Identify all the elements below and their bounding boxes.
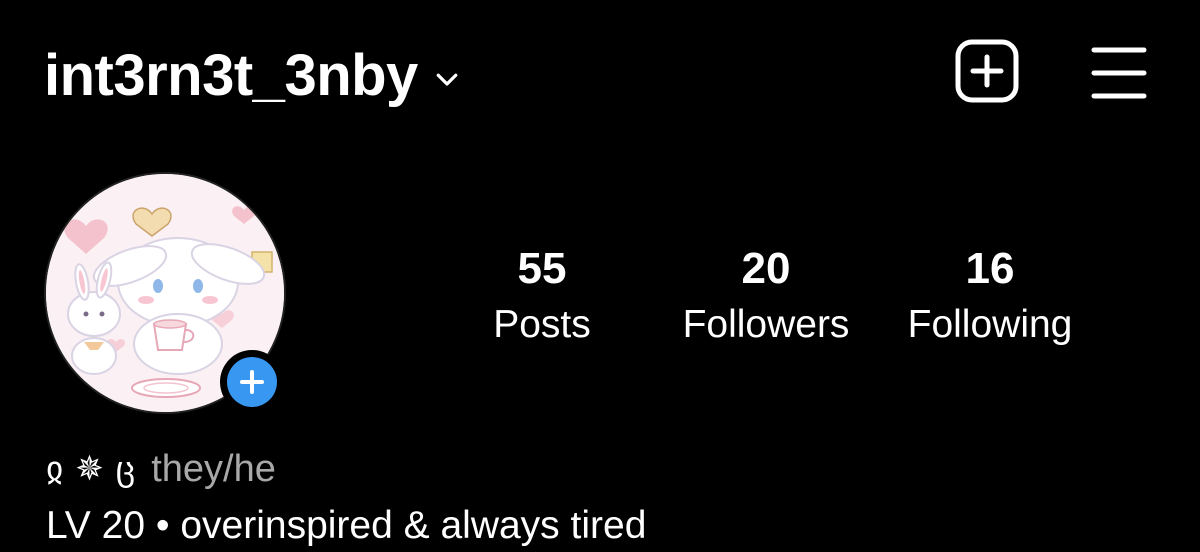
plus-square-icon[interactable] — [954, 38, 1020, 104]
bio-pronouns-line: ჲ ✵ ც they/he — [46, 444, 276, 494]
stat-following[interactable]: 16 Following — [888, 240, 1092, 352]
posts-label: Posts — [493, 303, 591, 346]
posts-count: 55 — [517, 244, 567, 293]
hamburger-menu-icon[interactable] — [1086, 38, 1152, 104]
bio-text: LV 20 • overinspired & always tired — [46, 504, 647, 547]
stat-followers[interactable]: 20 Followers — [664, 240, 868, 352]
followers-count: 20 — [741, 244, 791, 293]
pronouns: they/he — [151, 447, 276, 490]
following-count: 16 — [965, 244, 1015, 293]
account-switcher[interactable]: int3rn3t_3nby — [44, 34, 462, 118]
followers-label: Followers — [682, 303, 850, 346]
add-story-button[interactable] — [220, 350, 284, 414]
bio-deco-mid: ✵ — [75, 449, 104, 489]
username: int3rn3t_3nby — [44, 43, 418, 108]
bio-deco-left: ჲ — [46, 449, 64, 489]
add-story-badge — [227, 357, 277, 407]
plus-icon — [240, 370, 264, 394]
bio-deco-right: ც — [115, 449, 136, 489]
stat-posts[interactable]: 55 Posts — [462, 240, 622, 352]
chevron-down-icon — [436, 73, 458, 86]
avatar-container — [44, 172, 286, 414]
profile-header: int3rn3t_3nby — [44, 30, 1164, 120]
following-label: Following — [907, 303, 1073, 346]
